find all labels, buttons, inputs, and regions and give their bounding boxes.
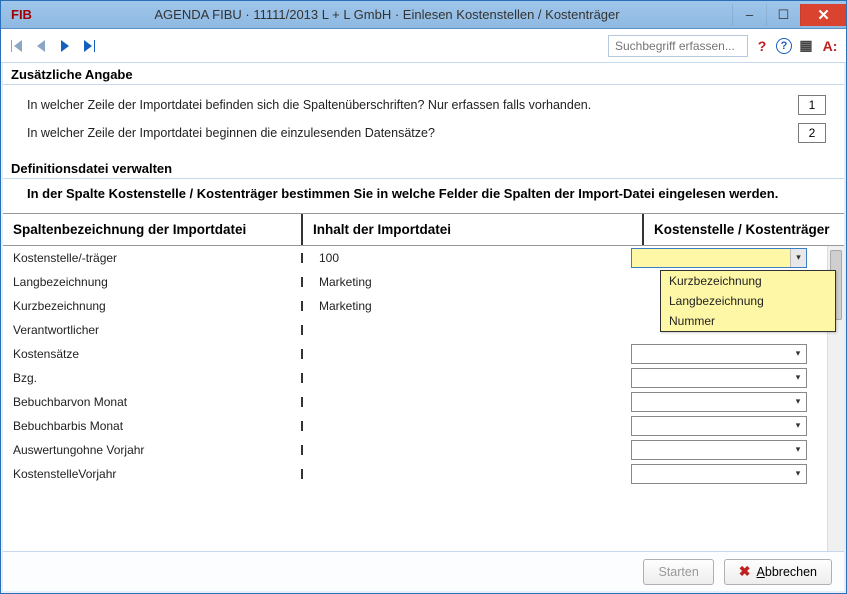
start-button[interactable]: Starten xyxy=(643,559,713,585)
header-row-input[interactable] xyxy=(798,95,826,115)
table-row: Bebuchbarvon Monat ▾ xyxy=(3,390,827,414)
cell-import-column: Verantwortlicher xyxy=(13,323,303,337)
cell-import-column: Kurzbezeichnung xyxy=(13,299,303,313)
data-row-field: In welcher Zeile der Importdatei beginne… xyxy=(3,119,844,147)
header-row-label: In welcher Zeile der Importdatei befinde… xyxy=(27,98,788,112)
toolbar: ? ? ▦ A: xyxy=(1,29,846,63)
chevron-down-icon: ▾ xyxy=(790,249,806,267)
cancel-x-icon: ✖ xyxy=(739,563,751,580)
close-button[interactable] xyxy=(800,4,846,26)
dropdown-option[interactable]: Kurzbezeichnung xyxy=(661,271,835,291)
cell-mapping: ▾ xyxy=(631,248,817,268)
cell-import-column: KostenstelleVorjahr xyxy=(13,467,303,481)
nav-first-icon[interactable] xyxy=(7,36,27,56)
cell-import-column: Langbezeichnung xyxy=(13,275,303,289)
chevron-down-icon: ▾ xyxy=(790,441,806,459)
nav-next-icon[interactable] xyxy=(55,36,75,56)
nav-last-icon[interactable] xyxy=(79,36,99,56)
grid-header-col3: Kostenstelle / Kostenträger xyxy=(644,214,844,245)
cell-import-content: 100 xyxy=(303,251,631,265)
cell-mapping: ▾ xyxy=(631,416,817,436)
grid-header-col1: Spaltenbezeichnung der Importdatei xyxy=(3,214,303,245)
search-input[interactable] xyxy=(608,35,748,57)
alert-icon[interactable]: A: xyxy=(820,36,840,56)
mapping-dropdown[interactable]: ▾ xyxy=(631,368,807,388)
dropdown-option[interactable]: Nummer xyxy=(661,311,835,331)
help-icon[interactable]: ? xyxy=(752,36,772,56)
grid-header-col2: Inhalt der Importdatei xyxy=(303,214,644,245)
chevron-down-icon: ▾ xyxy=(790,393,806,411)
chevron-down-icon: ▾ xyxy=(790,417,806,435)
cell-import-content: Marketing xyxy=(303,299,631,313)
cancel-button[interactable]: ✖Abbrechen xyxy=(724,559,832,585)
cell-import-column: Bzg. xyxy=(13,371,303,385)
cell-import-column: Auswertungohne Vorjahr xyxy=(13,443,303,457)
data-row-label: In welcher Zeile der Importdatei beginne… xyxy=(27,126,788,140)
section-additional-title: Zusätzliche Angabe xyxy=(3,63,844,84)
mapping-dropdown[interactable]: ▾ xyxy=(631,440,807,460)
info-icon[interactable]: ? xyxy=(776,38,792,54)
cell-mapping: ▾ xyxy=(631,440,817,460)
table-row: KostenstelleVorjahr ▾ xyxy=(3,462,827,486)
grid-header: Spaltenbezeichnung der Importdatei Inhal… xyxy=(3,213,844,246)
grid-body: Kostenstelle/-träger100▾LangbezeichnungM… xyxy=(3,246,844,551)
header-row-field: In welcher Zeile der Importdatei befinde… xyxy=(3,91,844,119)
content-area: Zusätzliche Angabe In welcher Zeile der … xyxy=(1,63,846,593)
table-row: Kostensätze ▾ xyxy=(3,342,827,366)
window-buttons xyxy=(732,4,846,26)
table-row: Auswertungohne Vorjahr ▾ xyxy=(3,438,827,462)
app-badge: FIB xyxy=(1,7,42,22)
chevron-down-icon: ▾ xyxy=(790,369,806,387)
instruction-text: In der Spalte Kostenstelle / Kostenträge… xyxy=(3,179,844,213)
cell-import-column: Bebuchbarvon Monat xyxy=(13,395,303,409)
maximize-button[interactable] xyxy=(766,4,800,26)
cell-import-column: Kostenstelle/-träger xyxy=(13,251,303,265)
dropdown-option[interactable]: Langbezeichnung xyxy=(661,291,835,311)
dropdown-popup: KurzbezeichnungLangbezeichnungNummer xyxy=(660,270,836,332)
cell-import-content: Marketing xyxy=(303,275,631,289)
cell-mapping: ▾ xyxy=(631,392,817,412)
table-row: Bzg. ▾ xyxy=(3,366,827,390)
section-definition-title: Definitionsdatei verwalten xyxy=(3,157,844,178)
table-row: Bebuchbarbis Monat ▾ xyxy=(3,414,827,438)
table-row: Kostenstelle/-träger100 ▾ xyxy=(3,246,827,270)
cell-mapping: ▾ xyxy=(631,344,817,364)
nav-prev-icon[interactable] xyxy=(31,36,51,56)
mapping-dropdown[interactable]: ▾ xyxy=(631,248,807,268)
window-title: AGENDA FIBU · 11111/2013 L + L GmbH · Ei… xyxy=(42,7,732,22)
footer: Starten ✖Abbrechen xyxy=(3,551,844,591)
chevron-down-icon: ▾ xyxy=(790,345,806,363)
data-row-input[interactable] xyxy=(798,123,826,143)
titlebar: FIB AGENDA FIBU · 11111/2013 L + L GmbH … xyxy=(1,1,846,29)
minimize-button[interactable] xyxy=(732,4,766,26)
app-window: FIB AGENDA FIBU · 11111/2013 L + L GmbH … xyxy=(0,0,847,594)
mapping-dropdown[interactable]: ▾ xyxy=(631,392,807,412)
calculator-icon[interactable]: ▦ xyxy=(796,36,816,56)
cell-mapping: ▾ xyxy=(631,368,817,388)
cell-mapping: ▾ xyxy=(631,464,817,484)
mapping-dropdown[interactable]: ▾ xyxy=(631,344,807,364)
cell-import-column: Kostensätze xyxy=(13,347,303,361)
mapping-dropdown[interactable]: ▾ xyxy=(631,464,807,484)
mapping-dropdown[interactable]: ▾ xyxy=(631,416,807,436)
chevron-down-icon: ▾ xyxy=(790,465,806,483)
cell-import-column: Bebuchbarbis Monat xyxy=(13,419,303,433)
